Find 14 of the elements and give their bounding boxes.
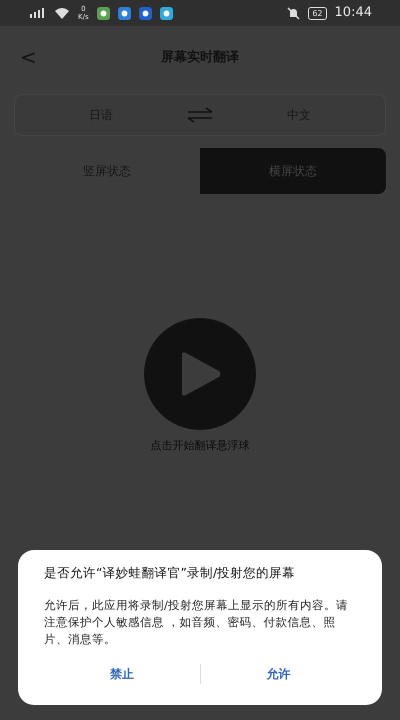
battery-level: 62 — [308, 6, 327, 20]
dialog-button[interactable]: 禁止 — [44, 664, 200, 684]
clock-time: 10:44 — [334, 4, 372, 22]
signal-icon — [30, 8, 46, 18]
back-button[interactable]: < — [14, 42, 43, 72]
dialog-message: 允许后，此应用将录制/投射您屏幕上显示的所有内容。请注意保护个人敏感信息 ，如音频、密码、付款信息、照片、消息等。 — [44, 596, 349, 648]
dialog-button[interactable]: 允许 — [200, 664, 356, 684]
dialog-title: 是否允许“译妙蛙翻译官”录制/投射您的屏幕 — [44, 564, 296, 582]
wifi-icon — [54, 7, 70, 19]
muted-bell-icon — [287, 6, 300, 20]
app-icon — [118, 6, 131, 20]
app-icon — [96, 6, 110, 20]
swap-icon — [187, 107, 213, 123]
app-icon — [160, 6, 173, 20]
